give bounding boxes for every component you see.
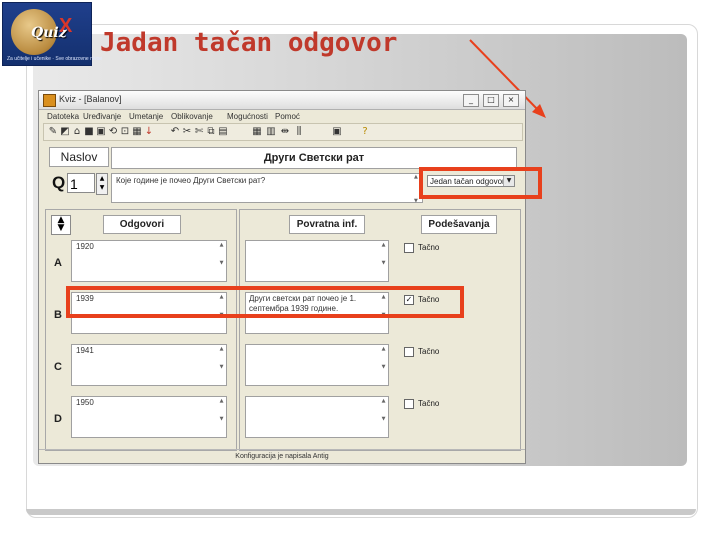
slide-frame-bottom	[26, 509, 696, 515]
answer-text: 1920	[76, 242, 94, 251]
logo-caption: Za učitelje i učenike · Sve obrazovne ni…	[7, 56, 103, 62]
wand-icon[interactable]: ✎	[48, 127, 58, 137]
answer-text: 1941	[76, 346, 94, 355]
table-icon[interactable]: ▦	[252, 127, 262, 137]
feedback-scrollbar[interactable]: ▲ ▼	[380, 242, 387, 280]
naslov-button[interactable]: Naslov	[49, 147, 109, 167]
menu-options[interactable]: Mogućnosti	[227, 112, 268, 121]
correct-label: Tačno	[418, 347, 440, 356]
slide-title: Jadan tačan odgovor	[100, 28, 398, 58]
question-label: Q	[52, 173, 66, 192]
question-text-field[interactable]: Које године је почео Други Светски рат?	[111, 173, 423, 203]
question-number-spinner[interactable]: ▲ ▼	[96, 173, 108, 195]
menu-file[interactable]: Datoteka	[47, 112, 79, 121]
import-icon[interactable]: ⟲	[108, 127, 118, 137]
row-letter-b: B	[54, 309, 62, 321]
feedback-field-d[interactable]: ▲ ▼	[245, 396, 389, 438]
open-icon[interactable]: ⌂	[72, 127, 82, 137]
feedback-scrollbar[interactable]: ▲ ▼	[380, 346, 387, 384]
answer-scrollbar[interactable]: ▲ ▼	[218, 346, 225, 384]
window-titlebar: Kviz - [Balanov] _ □ ×	[39, 91, 525, 110]
app-icon	[43, 94, 56, 107]
answer-text: 1950	[76, 398, 94, 407]
export-icon[interactable]: ⊡	[120, 127, 130, 137]
slide: Quiz X Za učitelje i učenike · Sve obraz…	[0, 0, 720, 540]
quiz-logo: Quiz X Za učitelje i učenike · Sve obraz…	[2, 2, 102, 66]
feedback-column-button[interactable]: Povratna inf.	[289, 215, 365, 234]
columns-icon[interactable]: ⫼	[294, 127, 304, 137]
close-button[interactable]: ×	[503, 94, 519, 107]
grid-small-icon[interactable]: ▦	[132, 127, 142, 137]
answer-field-d[interactable]: 1950 ▲ ▼	[71, 396, 227, 438]
picture-icon[interactable]: ▣	[332, 127, 342, 137]
feedback-scrollbar[interactable]: ▲ ▼	[380, 398, 387, 436]
feedback-field-c[interactable]: ▲ ▼	[245, 344, 389, 386]
highlight-correct-row	[66, 286, 464, 318]
correct-label: Tačno	[418, 243, 440, 252]
merge-icon[interactable]: ▥	[266, 127, 276, 137]
logo-mark: X	[59, 15, 73, 37]
save-icon[interactable]: ■	[84, 127, 94, 137]
settings-column-button[interactable]: Podešavanja	[421, 215, 497, 234]
row-letter-a: A	[54, 257, 62, 269]
answers-column-button[interactable]: Odgovori	[103, 215, 181, 234]
help-icon[interactable]: ?	[360, 127, 370, 137]
copy-icon[interactable]: ⧉	[206, 127, 216, 137]
question-number-field[interactable]: 1	[67, 173, 95, 193]
menu-bar: Datoteka Uređivanje Umetanje Oblikovanje…	[39, 110, 525, 123]
menu-edit[interactable]: Uređivanje	[83, 112, 121, 121]
status-bar: Konfiguracija je napisala Antig	[39, 449, 525, 464]
move-up-down-icon[interactable]: ▲ ▼	[51, 215, 71, 235]
heading-field[interactable]: Други Светски рат	[111, 147, 517, 169]
correct-checkbox-c[interactable]	[404, 347, 414, 357]
answer-scrollbar[interactable]: ▲ ▼	[218, 242, 225, 280]
feedback-field-a[interactable]: ▲ ▼	[245, 240, 389, 282]
row-letter-d: D	[54, 413, 62, 425]
answer-field-a[interactable]: 1920 ▲ ▼	[71, 240, 227, 282]
toolbar: ✎ ◩ ⌂ ■ ▣ ⟲ ⊡ ▦ ↓ ↶ ✂ ✄ ⧉ ▤ ▦ ▥ ⇹ ⫼ ▣ ?	[43, 123, 523, 141]
highlight-answer-type	[419, 167, 542, 199]
paste-icon[interactable]: ▤	[218, 127, 228, 137]
question-text: Које године је почео Други Светски рат?	[116, 176, 266, 185]
window-title: Kviz - [Balanov]	[59, 94, 122, 104]
correct-checkbox-a[interactable]	[404, 243, 414, 253]
answer-field-c[interactable]: 1941 ▲ ▼	[71, 344, 227, 386]
menu-format[interactable]: Oblikovanje	[171, 112, 213, 121]
split-icon[interactable]: ⇹	[280, 127, 290, 137]
cut-icon[interactable]: ✂	[182, 127, 192, 137]
row-letter-c: C	[54, 361, 62, 373]
arrow-down-icon[interactable]: ↓	[144, 127, 154, 137]
menu-insert[interactable]: Umetanje	[129, 112, 163, 121]
minimize-button[interactable]: _	[463, 94, 479, 107]
quiz-editor-window: Kviz - [Balanov] _ □ × Datoteka Uređivan…	[38, 90, 526, 464]
correct-label: Tačno	[418, 399, 440, 408]
answer-scrollbar[interactable]: ▲ ▼	[218, 398, 225, 436]
undo-icon[interactable]: ↶	[170, 127, 180, 137]
open-folder-icon[interactable]: ◩	[60, 127, 70, 137]
menu-help[interactable]: Pomoć	[275, 112, 300, 121]
save-as-icon[interactable]: ▣	[96, 127, 106, 137]
scissors-icon[interactable]: ✄	[194, 127, 204, 137]
maximize-button[interactable]: □	[483, 94, 499, 107]
correct-checkbox-d[interactable]	[404, 399, 414, 409]
